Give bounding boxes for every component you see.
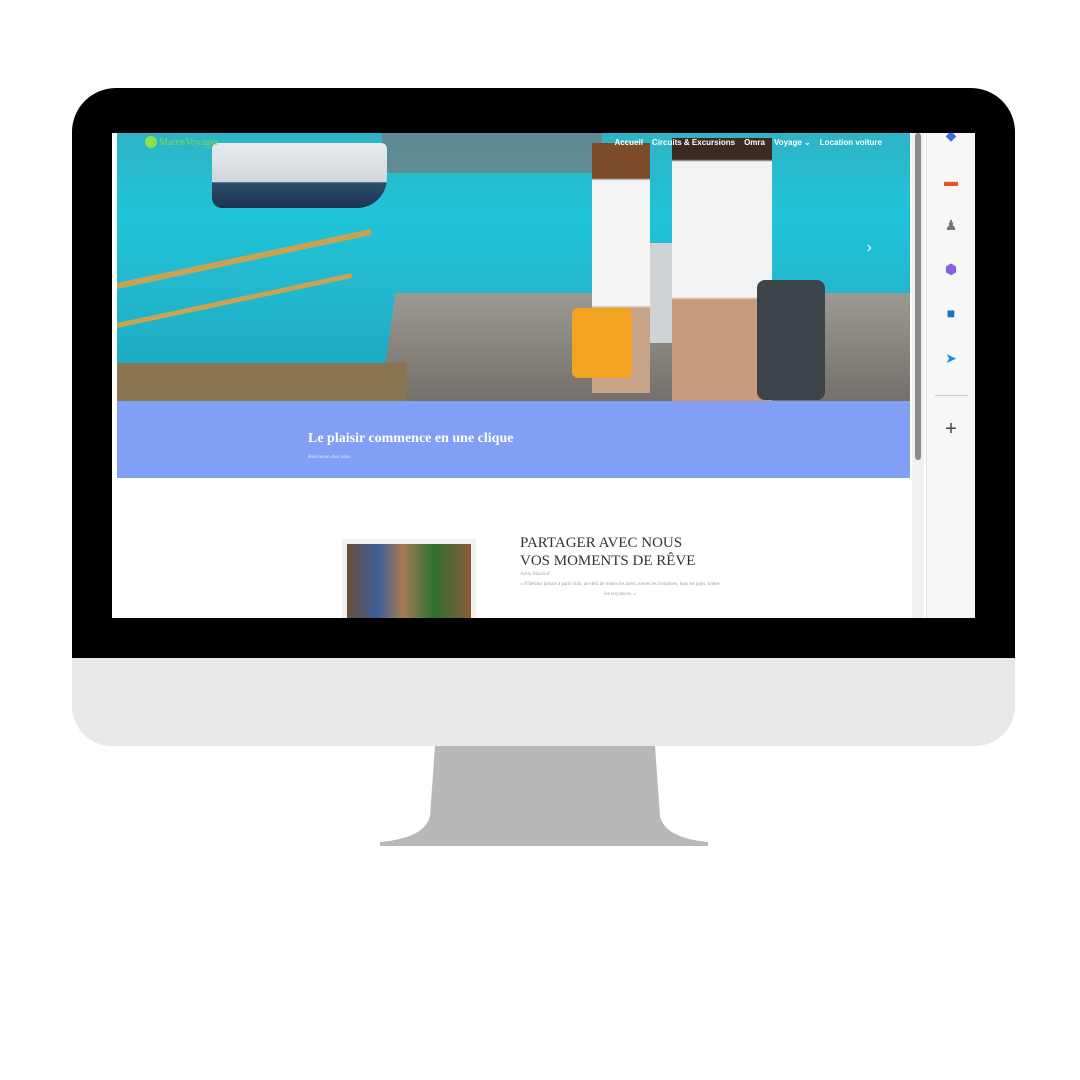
title-line: VOS MOMENTS DE RÊVE <box>520 553 696 569</box>
site-logo[interactable]: MarenVoyages <box>145 136 219 148</box>
screen: MarenVoyages Accueil Circuits & Excursio… <box>112 133 975 618</box>
banner-title: Le plaisir commence en une clique <box>308 431 514 446</box>
logo-text: MarenVoyages <box>159 136 219 148</box>
quote-author: Amin Maalouf. <box>520 572 551 577</box>
quote-text: « N'hésitez jamais à partir loin, au-del… <box>520 582 720 597</box>
copilot-icon[interactable]: ⬢ <box>942 261 960 277</box>
telegram-icon[interactable]: ➤ <box>942 350 960 366</box>
section-title: PARTAGER AVEC NOUS VOS MOMENTS DE RÊVE <box>520 534 695 570</box>
nav-location[interactable]: Location voiture <box>820 138 882 147</box>
divider <box>935 395 968 396</box>
nav-voyage[interactable]: Voyage ⌄ <box>774 138 811 147</box>
toolbox-icon[interactable]: ▬ <box>942 173 960 189</box>
nav-accueil[interactable]: Accueil <box>614 138 642 147</box>
main-nav: Accueil Circuits & Excursions Omra Voyag… <box>614 138 882 147</box>
hero-image <box>117 133 910 401</box>
monitor-stand <box>380 746 708 846</box>
monitor-chin <box>72 658 1015 746</box>
tag-icon[interactable]: ◆ <box>942 133 960 143</box>
scrollbar[interactable] <box>912 133 924 618</box>
outlook-icon[interactable]: ■ <box>942 305 960 321</box>
slider-next-icon[interactable]: › <box>867 239 872 257</box>
games-icon[interactable]: ♟ <box>942 217 960 233</box>
banner: Le plaisir commence en une clique Bienve… <box>117 401 910 478</box>
add-icon[interactable]: + <box>942 418 960 440</box>
web-page: MarenVoyages Accueil Circuits & Excursio… <box>117 133 910 618</box>
nav-omra[interactable]: Omra <box>744 138 765 147</box>
nav-circuits[interactable]: Circuits & Excursions <box>652 138 735 147</box>
browser-sidebar: ◆ ▬ ♟ ⬢ ■ ➤ + <box>926 133 975 618</box>
title-line: PARTAGER AVEC NOUS <box>520 535 683 551</box>
family-photo <box>342 539 476 618</box>
banner-subtitle: Bienvenue chez nous <box>308 455 351 460</box>
